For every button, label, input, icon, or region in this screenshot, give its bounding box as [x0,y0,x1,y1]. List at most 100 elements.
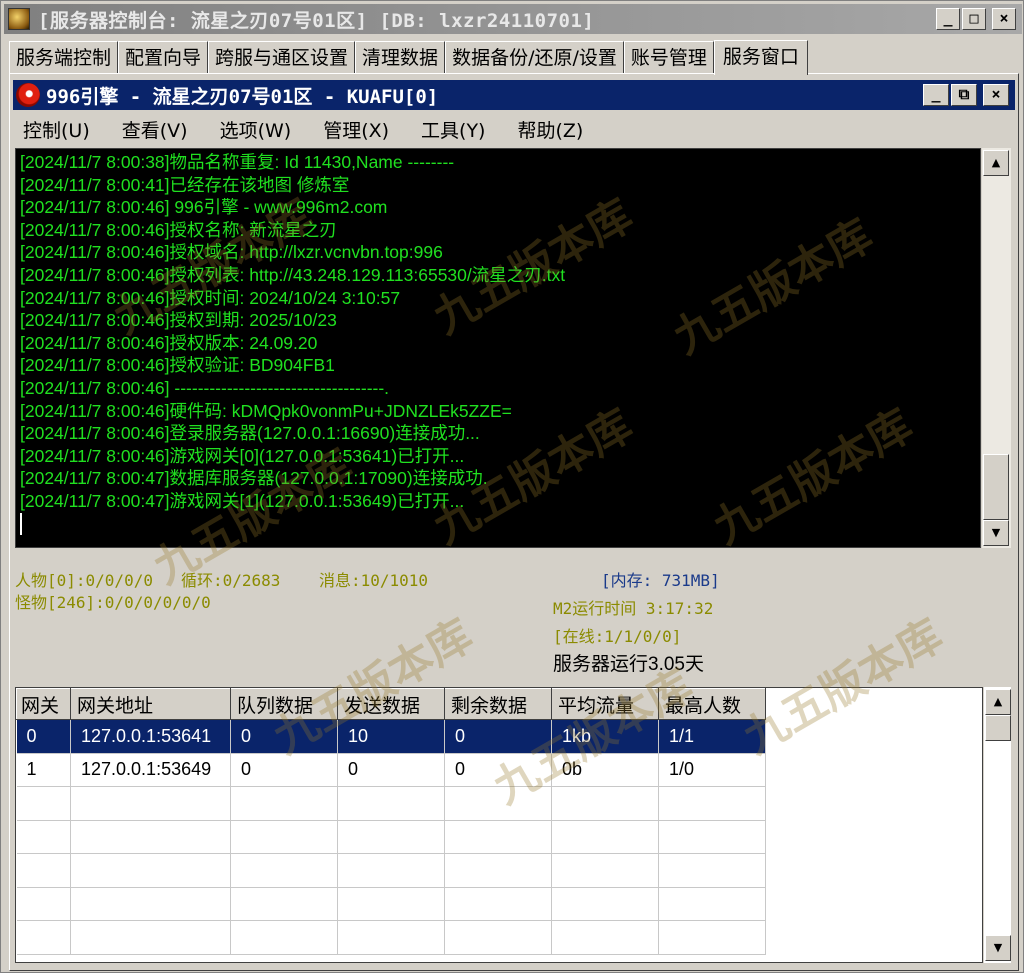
m2-runtime: M2运行时间 3:17:32 [553,599,714,618]
empty-cell [658,820,766,854]
column-header-gateway[interactable]: 网关 [16,688,71,720]
status-panel: 人物[0]:0/0/0/0 循环:0/2683 消息:10/1010 怪物[24… [13,551,1015,683]
empty-cell [230,887,338,921]
empty-cell [70,920,231,955]
table-scroll-down-arrow-icon[interactable]: ▼ [985,935,1011,961]
server-console-window: [服务器控制台: 流星之刃07号01区] [DB: lxzr24110701] … [0,0,1024,973]
empty-cell [444,887,552,921]
column-header-avg-traffic[interactable]: 平均流量 [551,688,659,720]
engine-window-title: 996引擎 - 流星之刃07号01区 - KUAFU[0] [46,85,439,108]
engine-restore-button[interactable]: ⧉ [951,84,977,106]
table-row[interactable]: 1 127.0.0.1:53649 0 0 0 0b 1/0 [16,753,766,787]
empty-cell [16,887,71,921]
table-row[interactable] [16,853,766,888]
column-header-remaining[interactable]: 剩余数据 [444,688,552,720]
engine-window-title-bar[interactable]: 996引擎 - 流星之刃07号01区 - KUAFU[0] _ ⧉ × [13,80,1015,110]
log-line: [2024/11/7 8:00:47]数据库服务器(127.0.0.1:1709… [20,468,488,489]
empty-cell [551,786,659,821]
table-scroll-thumb[interactable] [985,715,1011,741]
scroll-up-arrow-icon[interactable]: ▲ [983,150,1009,176]
log-line: [2024/11/7 8:00:46]授权列表: http://43.248.1… [20,264,566,285]
engine-close-button[interactable]: × [983,84,1009,106]
minimize-button[interactable]: _ [936,8,960,30]
message-stats: 消息:10/1010 [319,571,429,590]
app-icon [8,8,30,30]
table-scrollbar[interactable]: ▲ ▼ [983,687,1011,963]
cell-avg-traffic: 0b [551,753,659,787]
tab-server-control[interactable]: 服务端控制 [9,41,119,73]
log-line: [2024/11/7 8:00:46]授权时间: 2024/10/24 3:10… [20,287,401,308]
log-scrollbar[interactable]: ▲ ▼ [981,148,1011,548]
empty-cell [70,853,231,888]
empty-cell [658,887,766,921]
maximize-button[interactable]: □ [962,8,986,30]
close-button[interactable]: × [992,8,1016,30]
table-row[interactable] [16,820,766,854]
empty-cell [16,853,71,888]
monster-stats: 怪物[246]:0/0/0/0/0/0 [15,593,211,612]
window-title: [服务器控制台: 流星之刃07号01区] [DB: lxzr24110701] [38,9,595,32]
empty-cell [551,853,659,888]
menu-options[interactable]: 选项(W) [220,116,292,143]
menu-manage[interactable]: 管理(X) [323,116,389,143]
cell-gateway: 1 [16,753,71,787]
menu-tools[interactable]: 工具(Y) [421,116,485,143]
empty-cell [658,853,766,888]
tab-account-management[interactable]: 账号管理 [623,41,714,73]
menu-view[interactable]: 查看(V) [122,116,188,143]
menu-help[interactable]: 帮助(Z) [517,116,583,143]
gateway-table[interactable]: 网关 网关地址 队列数据 发送数据 剩余数据 平均流量 最高人数 0 127.0… [15,687,983,963]
empty-cell [551,887,659,921]
table-row[interactable] [16,887,766,921]
empty-cell [16,786,71,821]
log-line: [2024/11/7 8:00:46]授权名称: 新流星之刃 [20,219,337,240]
table-scroll-up-arrow-icon[interactable]: ▲ [985,689,1011,715]
log-line: [2024/11/7 8:00:46]授权验证: BD904FB1 [20,355,335,376]
empty-cell [658,786,766,821]
table-row[interactable] [16,786,766,821]
empty-cell [70,786,231,821]
tab-backup-restore[interactable]: 数据备份/还原/设置 [445,41,624,73]
cell-remaining: 0 [444,719,552,754]
log-line: [2024/11/7 8:00:38]物品名称重复: Id 11430,Name… [20,152,455,172]
empty-cell [337,920,445,955]
table-row[interactable] [16,920,766,955]
tab-config-wizard[interactable]: 配置向导 [118,41,209,73]
loop-stats: 循环:0/2683 [181,571,281,590]
empty-cell [551,920,659,955]
column-header-queue[interactable]: 队列数据 [230,688,338,720]
empty-cell [444,853,552,888]
engine-minimize-button[interactable]: _ [923,84,949,106]
column-header-sent[interactable]: 发送数据 [337,688,445,720]
empty-cell [337,887,445,921]
tab-cross-server-settings[interactable]: 跨服与通区设置 [208,41,356,73]
title-bar[interactable]: [服务器控制台: 流星之刃07号01区] [DB: lxzr24110701] … [4,4,1022,34]
tab-service-window[interactable]: 服务窗口 [713,40,808,75]
empty-cell [70,820,231,854]
cell-remaining: 0 [444,753,552,787]
table-row[interactable]: 0 127.0.0.1:53641 0 10 0 1kb 1/1 [16,719,766,754]
menu-control[interactable]: 控制(U) [23,116,90,143]
log-line: [2024/11/7 8:00:46] --------------------… [20,377,390,398]
tab-clean-data[interactable]: 清理数据 [355,41,446,73]
log-line: [2024/11/7 8:00:46]授权到期: 2025/10/23 [20,310,337,331]
menu-bar: 控制(U) 查看(V) 选项(W) 管理(X) 工具(Y) 帮助(Z) [13,112,1015,146]
cell-sent: 10 [337,719,445,754]
cell-address: 127.0.0.1:53641 [70,719,231,754]
memory-usage: [内存: 731MB] [601,571,720,590]
empty-cell [337,820,445,854]
column-header-max-users[interactable]: 最高人数 [658,688,766,720]
log-scroll-thumb[interactable] [983,454,1009,520]
cell-max-users: 1/0 [658,753,766,787]
tab-strip: 服务端控制 配置向导 跨服与通区设置 清理数据 数据备份/还原/设置 账号管理 … [9,39,808,75]
table-header-row: 网关 网关地址 队列数据 发送数据 剩余数据 平均流量 最高人数 [16,688,766,720]
column-header-address[interactable]: 网关地址 [70,688,231,720]
log-line: [2024/11/7 8:00:46]授权版本: 24.09.20 [20,332,318,353]
server-uptime: 服务器运行3.05天 [553,654,704,675]
empty-cell [444,786,552,821]
log-console[interactable]: [2024/11/7 8:00:38]物品名称重复: Id 11430,Name… [15,148,981,548]
cell-gateway: 0 [16,719,71,754]
empty-cell [551,820,659,854]
empty-cell [337,853,445,888]
scroll-down-arrow-icon[interactable]: ▼ [983,520,1009,546]
